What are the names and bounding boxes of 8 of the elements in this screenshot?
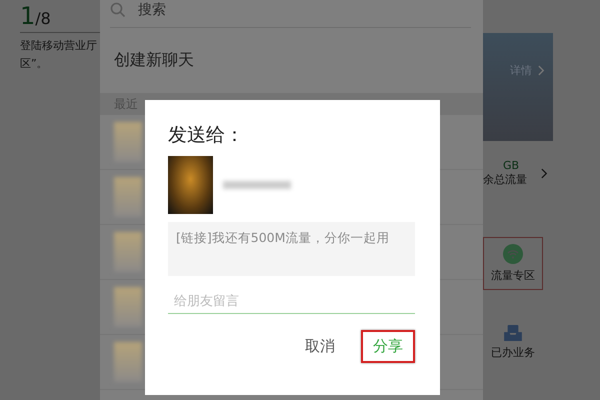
dialog-title: 发送给：	[168, 123, 245, 148]
message-preview: [链接]我还有500M流量，分你一起用	[168, 222, 415, 276]
data-amount: GB	[502, 159, 520, 172]
step-total: /8	[35, 9, 51, 28]
description-line: 登陆移动营业厅	[20, 38, 98, 54]
data-label: 余总流量	[483, 172, 527, 187]
step-number: 1	[20, 2, 36, 30]
description-line: 区”。	[20, 56, 49, 72]
